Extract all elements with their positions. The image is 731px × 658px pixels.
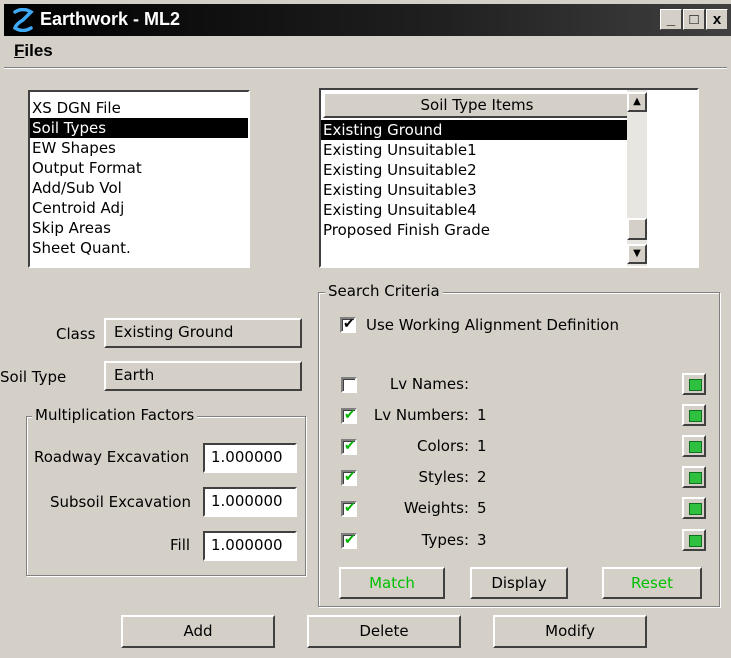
check-icon: ✔ <box>344 469 356 485</box>
search-row-checkbox[interactable]: ✔ <box>341 469 357 486</box>
title-bar[interactable]: Earthwork - ML2 _ □ x <box>4 4 731 36</box>
menu-files-mnemonic: F <box>14 41 25 60</box>
use-working-alignment-label: Use Working Alignment Definition <box>366 316 619 334</box>
pick-swatch <box>689 441 702 453</box>
menu-files[interactable]: Files <box>14 41 53 61</box>
search-row-value: 3 <box>477 531 487 549</box>
search-row-label: Lv Numbers: <box>373 406 469 424</box>
menu-separator <box>4 67 727 69</box>
reset-button[interactable]: Reset <box>602 567 702 599</box>
search-row-checkbox[interactable]: ✔ <box>341 532 357 549</box>
check-icon: ✔ <box>344 407 356 423</box>
display-button[interactable]: Display <box>470 567 568 599</box>
green-square-pick-icon[interactable] <box>682 466 706 488</box>
menu-bar: Files <box>4 37 727 67</box>
minimize-button[interactable]: _ <box>660 9 682 30</box>
category-list-item[interactable]: XS DGN File <box>30 98 248 118</box>
class-field[interactable]: Existing Ground <box>104 318 302 348</box>
pick-swatch <box>689 472 702 484</box>
check-icon: ✔ <box>344 532 356 548</box>
category-list[interactable]: XS DGN File Soil Types EW Shapes Output For… <box>28 90 250 268</box>
search-row-checkbox[interactable]: ✔ <box>341 407 357 424</box>
green-square-pick-icon[interactable] <box>682 497 706 519</box>
class-label: Class <box>56 325 96 343</box>
soil-type-item[interactable]: Existing Unsuitable2 <box>321 160 627 180</box>
soil-type-item[interactable]: Existing Unsuitable3 <box>321 180 627 200</box>
search-row-checkbox[interactable]: ✔ <box>341 438 357 455</box>
soil-type-item[interactable]: Proposed Finish Grade <box>321 220 627 240</box>
soil-type-item[interactable]: Existing Unsuitable1 <box>321 140 627 160</box>
search-row-label: Lv Names: <box>389 375 469 393</box>
earthwork-app-icon <box>12 8 34 32</box>
soil-type-item[interactable]: Existing Unsuitable4 <box>321 200 627 220</box>
menu-files-rest: iles <box>24 41 53 60</box>
modify-button[interactable]: Modify <box>493 615 647 648</box>
check-icon: ✔ <box>344 500 356 516</box>
earthwork-window: Earthwork - ML2 _ □ x Files XS DGN File S… <box>0 0 731 658</box>
pick-swatch <box>689 379 702 391</box>
down-arrow-icon[interactable]: ▼ <box>627 244 647 264</box>
match-button[interactable]: Match <box>339 567 445 599</box>
roadway-excavation-input[interactable]: 1.000000 <box>203 443 297 473</box>
search-row-checkbox[interactable] <box>341 377 357 393</box>
category-list-item[interactable]: Output Format <box>30 158 248 178</box>
soil-type-field[interactable]: Earth <box>104 361 302 391</box>
green-square-pick-icon[interactable] <box>682 529 706 551</box>
subsoil-excavation-input[interactable]: 1.000000 <box>203 487 297 517</box>
pick-swatch <box>689 503 702 515</box>
soil-type-items-list[interactable]: Soil Type Items Existing Ground Existing … <box>319 88 699 268</box>
search-row-label: Colors: <box>416 437 469 455</box>
category-list-item[interactable]: Centroid Adj <box>30 198 248 218</box>
search-row-label: Types: <box>421 531 469 549</box>
search-criteria-title: Search Criteria <box>325 282 443 300</box>
fill-input[interactable]: 1.000000 <box>203 531 297 561</box>
soil-list-scrollbar[interactable]: ▲ ▼ <box>627 90 647 266</box>
soil-type-item[interactable]: Existing Ground <box>321 120 627 140</box>
search-row-value: 5 <box>477 499 487 517</box>
category-list-item[interactable]: Add/Sub Vol <box>30 178 248 198</box>
multiplication-factors-title: Multiplication Factors <box>32 406 198 424</box>
category-list-item[interactable]: Soil Types <box>30 118 248 138</box>
search-row-value: 1 <box>477 437 487 455</box>
category-list-item[interactable]: EW Shapes <box>30 138 248 158</box>
category-list-item[interactable]: Sheet Quant. <box>30 238 248 258</box>
green-square-pick-icon[interactable] <box>682 373 706 395</box>
search-row-label: Weights: <box>403 499 469 517</box>
green-square-pick-icon[interactable] <box>682 435 706 457</box>
green-square-pick-icon[interactable] <box>682 404 706 426</box>
subsoil-excavation-label: Subsoil Excavation <box>50 493 191 511</box>
search-row-label: Styles: <box>418 468 469 486</box>
soil-type-items-header[interactable]: Soil Type Items <box>323 92 631 118</box>
check-icon: ✔ <box>344 438 356 454</box>
pick-swatch <box>689 410 702 422</box>
roadway-excavation-label: Roadway Excavation <box>34 448 190 466</box>
delete-button[interactable]: Delete <box>307 615 461 648</box>
window-title: Earthwork - ML2 <box>40 9 181 29</box>
close-button[interactable]: x <box>706 9 728 30</box>
search-row-checkbox[interactable]: ✔ <box>341 500 357 517</box>
category-list-item[interactable]: Skip Areas <box>30 218 248 238</box>
use-working-alignment-checkbox[interactable]: ✔ <box>340 316 356 333</box>
pick-swatch <box>689 535 702 547</box>
up-arrow-icon[interactable]: ▲ <box>627 92 647 112</box>
search-row-value: 1 <box>477 406 487 424</box>
check-icon: ✔ <box>343 316 355 332</box>
scrollbar-thumb[interactable] <box>627 218 647 240</box>
maximize-button[interactable]: □ <box>683 9 705 30</box>
fill-label: Fill <box>170 536 191 554</box>
soil-type-label: Soil Type <box>0 368 67 386</box>
add-button[interactable]: Add <box>121 615 275 648</box>
search-row-value: 2 <box>477 468 487 486</box>
